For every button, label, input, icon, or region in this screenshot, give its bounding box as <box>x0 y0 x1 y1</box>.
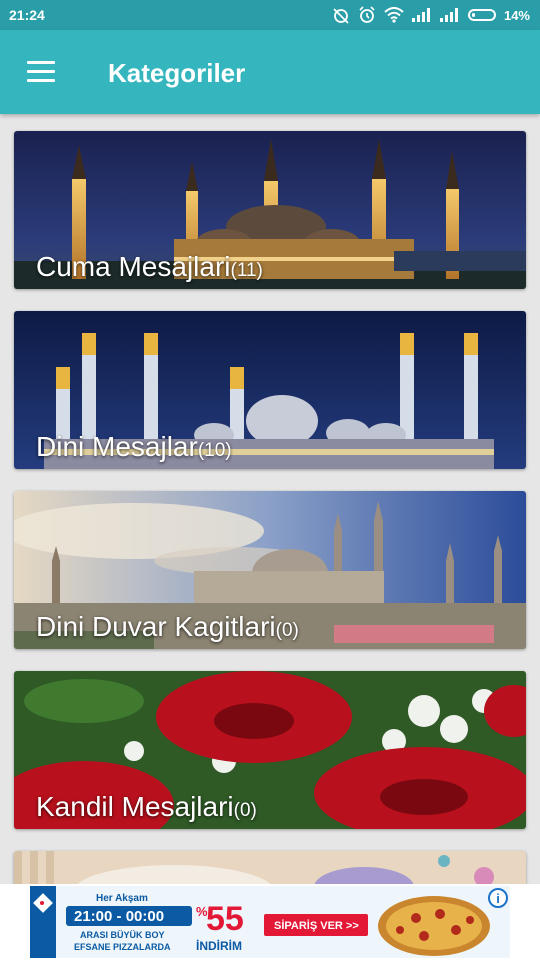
category-label: Dini Duvar Kagitlari(0) <box>36 611 299 643</box>
category-count: (0) <box>275 620 299 641</box>
app-bar: Kategoriler <box>0 30 540 114</box>
category-label: Cuma Mesajlari(11) <box>36 251 263 283</box>
ad-banner[interactable]: Her Akşam 21:00 - 00:00 ARASI BÜYÜK BOY … <box>0 884 540 960</box>
category-card[interactable]: Kandil Mesajlari(0) <box>14 671 526 829</box>
category-count: (11) <box>230 260 263 281</box>
status-bar: 21:24 14% <box>0 0 540 30</box>
page-title: Kategoriler <box>108 58 246 88</box>
alarm-icon <box>359 6 375 23</box>
battery-percent: 14% <box>503 7 530 23</box>
category-name: Dini Duvar Kagitlari <box>36 611 276 642</box>
category-name: Cuma Mesajlari <box>36 251 231 282</box>
status-time: 21:24 <box>9 7 45 23</box>
alarm-off-icon <box>333 8 349 24</box>
ad-text-top: Her Akşam <box>96 893 148 904</box>
category-card[interactable]: Dini Duvar Kagitlari(0) <box>14 491 526 649</box>
ad-line-3: EFSANE PIZZALARDA <box>74 942 171 952</box>
category-label: Kandil Mesajlari(0) <box>36 791 257 823</box>
category-count: (0) <box>233 800 257 821</box>
signal-icon <box>411 8 430 22</box>
ad-time-range: 21:00 - 00:00 <box>74 908 164 925</box>
signal-icon <box>439 8 458 22</box>
ad-line-2: ARASI BÜYÜK BOY <box>80 930 165 940</box>
battery-icon <box>467 9 496 21</box>
ad-percent: 55 <box>206 900 244 938</box>
ad-discount-label: İNDİRİM <box>196 938 242 953</box>
category-name: Dini Mesajlar <box>36 431 198 462</box>
ad-graphic: Her Akşam 21:00 - 00:00 ARASI BÜYÜK BOY … <box>30 886 510 958</box>
category-label: Dini Mesajlar(10) <box>36 431 232 463</box>
category-card[interactable]: Dini Mesajlar(10) <box>14 311 526 469</box>
wifi-icon <box>384 7 404 23</box>
ad-info-icon[interactable]: i <box>488 888 508 908</box>
ad-cta[interactable]: SİPARİŞ VER >> <box>274 919 359 932</box>
ad-content[interactable]: Her Akşam 21:00 - 00:00 ARASI BÜYÜK BOY … <box>30 886 510 958</box>
status-icons: 14% <box>332 6 530 24</box>
category-name: Kandil Mesajlari <box>36 791 234 822</box>
category-list: Cuma Mesajlari(11) Dini Mesajlar(10) Din… <box>14 131 526 851</box>
hamburger-menu-icon[interactable] <box>27 61 57 83</box>
category-card[interactable]: Cuma Mesajlari(11) <box>14 131 526 289</box>
category-count: (10) <box>197 440 232 461</box>
